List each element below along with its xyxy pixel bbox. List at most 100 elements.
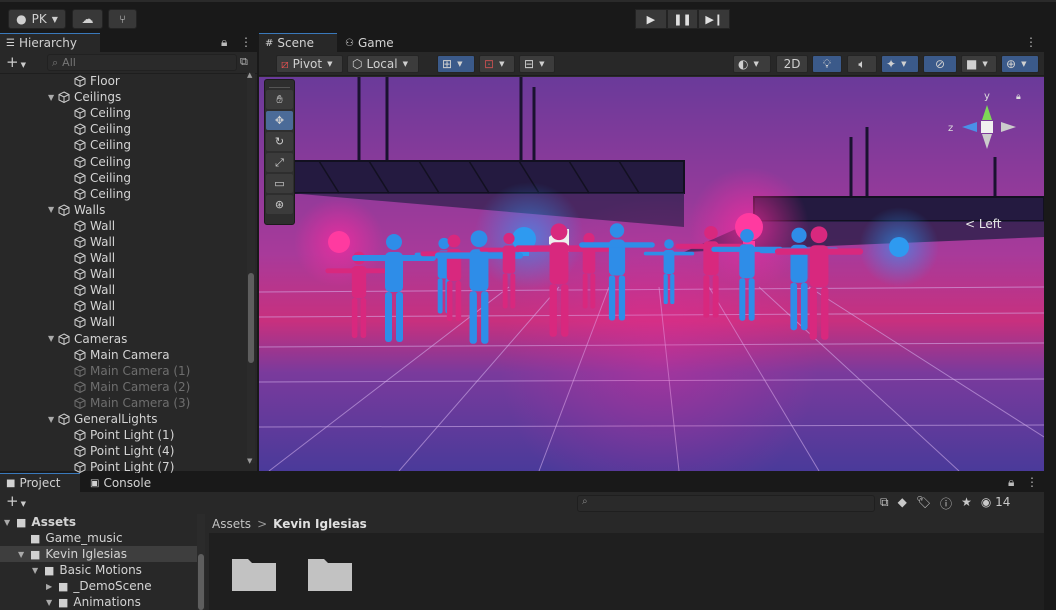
hierarchy-item[interactable]: Ceiling: [0, 105, 245, 121]
rotate-tool-button[interactable]: ↻: [266, 132, 293, 151]
tab-hierarchy[interactable]: ☰ Hierarchy: [0, 33, 100, 52]
hierarchy-item[interactable]: Main Camera (3): [0, 395, 245, 411]
hierarchy-item[interactable]: Ceiling: [0, 170, 245, 186]
tab-console[interactable]: ▣ Console: [84, 473, 164, 492]
expand-arrow-icon[interactable]: ▼: [32, 566, 42, 575]
type-filter-icon[interactable]: ◆: [898, 495, 907, 512]
hidden-packages-toggle[interactable]: ◉ 14: [981, 495, 1011, 512]
hierarchy-scrollbar[interactable]: ▲ ▼: [247, 71, 255, 465]
kebab-menu-icon[interactable]: ⋮: [1026, 475, 1038, 489]
camera-dropdown[interactable]: ■ ▼: [961, 55, 997, 73]
expand-arrow-icon[interactable]: ▼: [46, 598, 56, 607]
expand-arrow-icon[interactable]: ▼: [48, 415, 58, 424]
scene-render[interactable]: [259, 77, 1044, 471]
hierarchy-item[interactable]: Main Camera (1): [0, 363, 245, 379]
hierarchy-item[interactable]: Wall: [0, 266, 245, 282]
project-tree-scrollbar[interactable]: [197, 514, 205, 610]
hierarchy-item[interactable]: Main Camera (2): [0, 379, 245, 395]
light-gizmo-pink-2[interactable]: [328, 231, 350, 253]
pivot-dropdown[interactable]: ⧄ Pivot ▼: [276, 55, 343, 73]
expand-arrow-icon[interactable]: ▼: [48, 334, 58, 343]
lock-icon[interactable]: 🔒︎: [221, 35, 227, 50]
draw-mode-dropdown[interactable]: ◐ ▼: [733, 55, 771, 73]
kebab-menu-icon[interactable]: ⋮: [1025, 35, 1037, 49]
breadcrumb-current[interactable]: Kevin Iglesias: [273, 517, 367, 531]
hierarchy-search-input[interactable]: ⌕ All: [47, 54, 237, 71]
search-options-icon[interactable]: ⧉: [240, 55, 248, 69]
scene-viewport[interactable]: ✋︎ ✥ ↻ ⤢ ▭ ⊛ y z 🔒︎ < Left: [259, 77, 1044, 471]
hierarchy-item[interactable]: ▼ GeneralLights: [0, 411, 245, 427]
project-tree-item[interactable]: ▼ ■ Basic Motions: [0, 562, 205, 578]
step-button[interactable]: ▶❙: [698, 9, 731, 29]
effects-dropdown[interactable]: ✦ ▼: [881, 55, 919, 73]
hidden-objects-toggle[interactable]: ⊘: [923, 55, 957, 73]
hierarchy-item[interactable]: Wall: [0, 234, 245, 250]
hierarchy-item[interactable]: ▼ Cameras: [0, 331, 245, 347]
gizmo-view-label[interactable]: < Left: [965, 217, 1001, 231]
tab-project[interactable]: ■ Project: [0, 473, 80, 492]
hierarchy-item[interactable]: Ceiling: [0, 186, 245, 202]
hierarchy-item[interactable]: Ceiling: [0, 137, 245, 153]
rect-tool-button[interactable]: ▭: [266, 174, 293, 193]
scroll-up-icon[interactable]: ▲: [247, 71, 252, 79]
expand-arrow-icon[interactable]: ▼: [48, 205, 58, 214]
search-window-icon[interactable]: ⧉: [880, 495, 889, 512]
scroll-down-icon[interactable]: ▼: [247, 457, 252, 465]
hierarchy-item[interactable]: ▼ Walls: [0, 202, 245, 218]
hierarchy-item[interactable]: Main Camera: [0, 347, 245, 363]
hierarchy-item[interactable]: ▼ Ceilings: [0, 89, 245, 105]
align-button[interactable]: ⊟ ▼: [519, 55, 555, 73]
account-dropdown[interactable]: ● PK ▼: [8, 9, 66, 29]
project-tree-item[interactable]: ▼ ■ Animations: [0, 594, 205, 610]
info-icon[interactable]: ⓘ: [940, 495, 952, 512]
project-tree-item[interactable]: ▼ ■ Assets: [0, 514, 205, 530]
hierarchy-item[interactable]: Wall: [0, 298, 245, 314]
hierarchy-item[interactable]: Wall: [0, 250, 245, 266]
lighting-toggle[interactable]: 💡︎: [812, 55, 842, 73]
folder-icon[interactable]: [306, 553, 354, 593]
hand-tool-button[interactable]: ✋︎: [266, 90, 293, 109]
expand-arrow-icon[interactable]: ▼: [48, 93, 58, 102]
cloud-button[interactable]: ☁: [72, 9, 103, 29]
scrollbar-thumb[interactable]: [248, 273, 254, 363]
2d-toggle[interactable]: 2D: [776, 55, 808, 73]
hierarchy-item[interactable]: Ceiling: [0, 121, 245, 137]
increment-snap-button[interactable]: ⊡ ▼: [479, 55, 515, 73]
hierarchy-item[interactable]: Wall: [0, 218, 245, 234]
hierarchy-item[interactable]: Point Light (4): [0, 443, 245, 459]
scrollbar-thumb[interactable]: [198, 554, 204, 610]
hierarchy-item[interactable]: Floor: [0, 73, 245, 89]
hierarchy-item[interactable]: Wall: [0, 314, 245, 330]
project-search-input[interactable]: ⌕: [577, 495, 875, 512]
tab-scene[interactable]: # Scene: [259, 33, 337, 52]
lock-icon[interactable]: 🔒︎: [1008, 475, 1014, 490]
expand-arrow-icon[interactable]: ▼: [4, 518, 14, 527]
hierarchy-item[interactable]: Point Light (1): [0, 427, 245, 443]
gizmo-lock-icon[interactable]: 🔒︎: [1016, 92, 1021, 102]
light-gizmo-blue-2[interactable]: [889, 237, 909, 257]
tab-game[interactable]: ⚇ Game: [339, 33, 409, 52]
transform-tool-button[interactable]: ⊛: [266, 195, 293, 214]
orientation-gizmo[interactable]: y z 🔒︎: [944, 87, 1034, 177]
palette-drag-handle[interactable]: [269, 80, 290, 88]
hierarchy-item[interactable]: Ceiling: [0, 153, 245, 169]
breadcrumb-assets[interactable]: Assets: [212, 517, 251, 531]
expand-arrow-icon[interactable]: ▶: [46, 582, 56, 591]
project-tree-item[interactable]: ▶ ■ _DemoScene: [0, 578, 205, 594]
gizmos-dropdown[interactable]: ⊕ ▼: [1001, 55, 1039, 73]
local-dropdown[interactable]: ⬡ Local ▼: [347, 55, 419, 73]
audio-toggle[interactable]: 🔈︎: [847, 55, 877, 73]
project-tree-item[interactable]: ▼ ■ Kevin Iglesias: [0, 546, 205, 562]
move-tool-button[interactable]: ✥: [266, 111, 293, 130]
add-asset-button[interactable]: + ▼: [6, 492, 26, 510]
play-button[interactable]: ▶: [635, 9, 667, 29]
collab-button[interactable]: ⑂: [108, 9, 137, 29]
kebab-menu-icon[interactable]: ⋮: [240, 35, 252, 49]
scale-tool-button[interactable]: ⤢: [266, 153, 293, 172]
project-tree-item[interactable]: ■ Game_music: [0, 530, 205, 546]
grid-snap-button[interactable]: ⊞ ▼: [437, 55, 475, 73]
folder-icon[interactable]: [230, 553, 278, 593]
expand-arrow-icon[interactable]: ▼: [18, 550, 28, 559]
favorite-star-icon[interactable]: ★: [961, 495, 972, 512]
hierarchy-item[interactable]: Wall: [0, 282, 245, 298]
